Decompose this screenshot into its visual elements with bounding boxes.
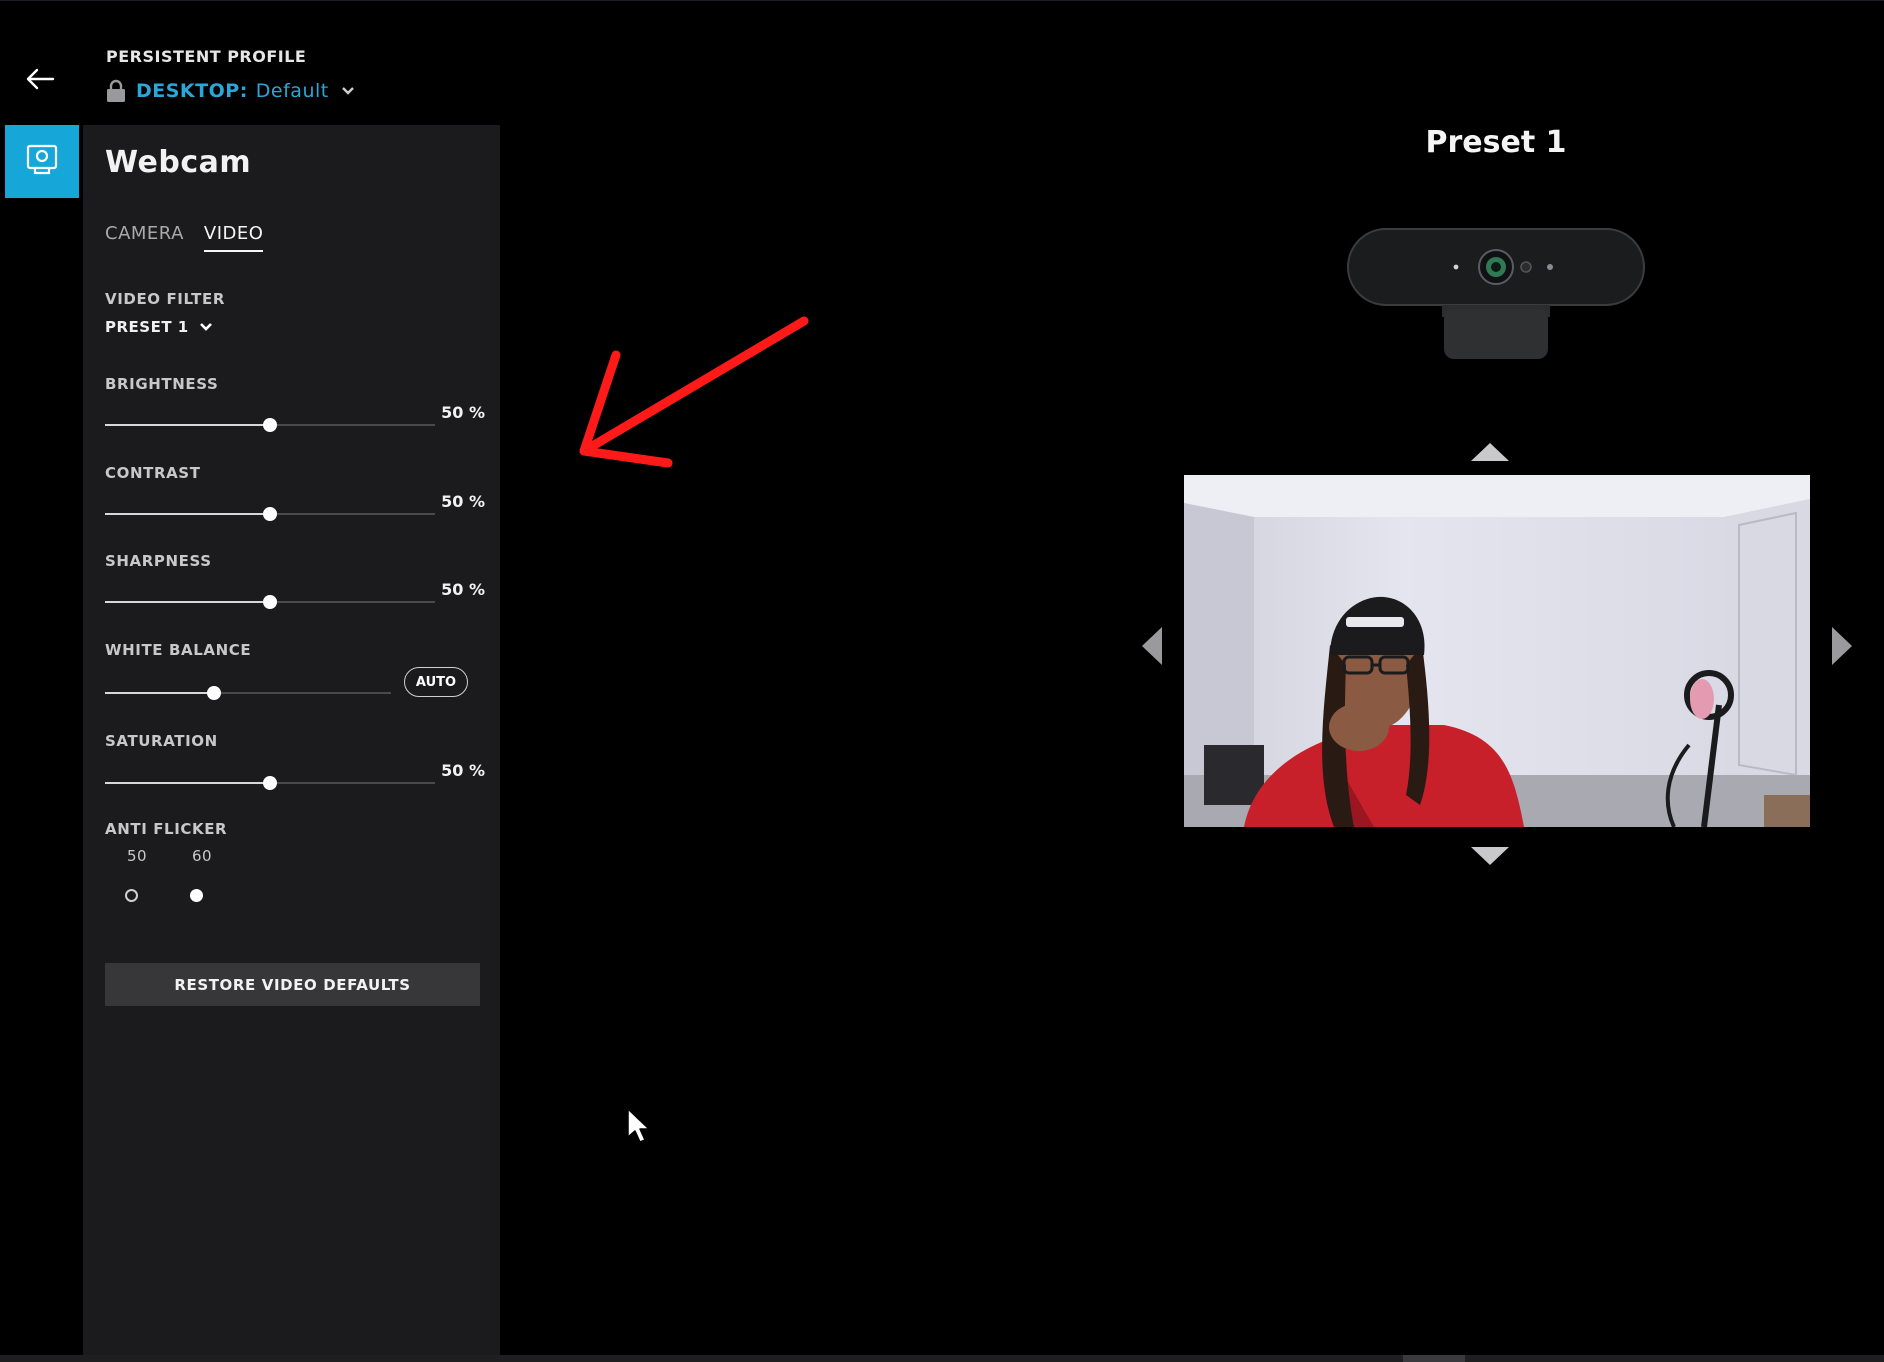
- saturation-label: SATURATION: [105, 732, 218, 750]
- tab-video[interactable]: VIDEO: [203, 223, 264, 252]
- contrast-value: 50 %: [441, 492, 485, 511]
- tab-bar: CAMERA VIDEO: [105, 223, 264, 252]
- webcam-device-image: [1347, 228, 1645, 359]
- camera-preview-image: [1184, 475, 1810, 827]
- scrollbar-thumb[interactable]: [1403, 1355, 1465, 1362]
- video-filter-value: PRESET 1: [105, 318, 189, 336]
- video-filter-dropdown[interactable]: PRESET 1: [105, 318, 213, 336]
- anti-flicker-label: ANTI FLICKER: [105, 820, 228, 838]
- mouse-cursor-icon: [627, 1108, 650, 1143]
- sharpness-slider[interactable]: [105, 592, 435, 612]
- profile-dropdown[interactable]: DESKTOP: Default: [106, 79, 355, 103]
- video-filter-label: VIDEO FILTER: [105, 290, 225, 308]
- app-window: PERSISTENT PROFILE DESKTOP: Default Webc…: [0, 0, 1884, 1362]
- slider-thumb[interactable]: [263, 418, 277, 432]
- lock-icon: [106, 79, 126, 103]
- device-rail: [0, 125, 83, 1357]
- white-balance-slider[interactable]: [105, 683, 391, 703]
- back-arrow-icon[interactable]: [22, 61, 58, 97]
- camera-preview: [1184, 475, 1810, 827]
- white-balance-auto-button[interactable]: AUTO: [404, 667, 468, 697]
- webcam-nav-item[interactable]: [5, 125, 79, 198]
- horizontal-scrollbar[interactable]: [0, 1355, 1884, 1362]
- contrast-label: CONTRAST: [105, 464, 201, 482]
- preview-title: Preset 1: [1425, 125, 1567, 160]
- pan-left-arrow-icon[interactable]: [1140, 625, 1164, 667]
- profile-value: Default: [255, 80, 329, 102]
- tab-camera[interactable]: CAMERA: [105, 223, 184, 252]
- saturation-value: 50 %: [441, 761, 485, 780]
- anti-flicker-radio-60[interactable]: [190, 889, 203, 902]
- white-balance-label: WHITE BALANCE: [105, 641, 252, 659]
- slider-thumb[interactable]: [263, 776, 277, 790]
- restore-video-defaults-button[interactable]: RESTORE VIDEO DEFAULTS: [105, 963, 480, 1006]
- slider-thumb[interactable]: [206, 686, 221, 700]
- profile-key: DESKTOP:: [136, 80, 248, 102]
- chevron-down-icon: [341, 86, 355, 96]
- saturation-slider[interactable]: [105, 773, 435, 793]
- panel-title: Webcam: [105, 145, 252, 180]
- anti-flicker-option-60-label: 60: [192, 847, 213, 865]
- pan-up-arrow-icon[interactable]: [1470, 441, 1510, 463]
- pan-down-arrow-icon[interactable]: [1470, 845, 1510, 867]
- sharpness-value: 50 %: [441, 580, 485, 599]
- webcam-icon: [25, 143, 59, 181]
- contrast-slider[interactable]: [105, 504, 435, 524]
- pan-right-arrow-icon[interactable]: [1830, 625, 1854, 667]
- brightness-slider[interactable]: [105, 415, 435, 435]
- anti-flicker-radio-50[interactable]: [125, 889, 138, 902]
- slider-thumb[interactable]: [263, 507, 277, 521]
- annotation-arrow: [579, 316, 809, 468]
- slider-thumb[interactable]: [263, 595, 277, 609]
- settings-panel: Webcam CAMERA VIDEO VIDEO FILTER PRESET …: [83, 125, 500, 1357]
- profile-caption: PERSISTENT PROFILE: [106, 47, 307, 66]
- chevron-down-icon: [199, 322, 213, 332]
- brightness-label: BRIGHTNESS: [105, 375, 219, 393]
- sharpness-label: SHARPNESS: [105, 552, 212, 570]
- anti-flicker-option-50-label: 50: [127, 847, 148, 865]
- brightness-value: 50 %: [441, 403, 485, 422]
